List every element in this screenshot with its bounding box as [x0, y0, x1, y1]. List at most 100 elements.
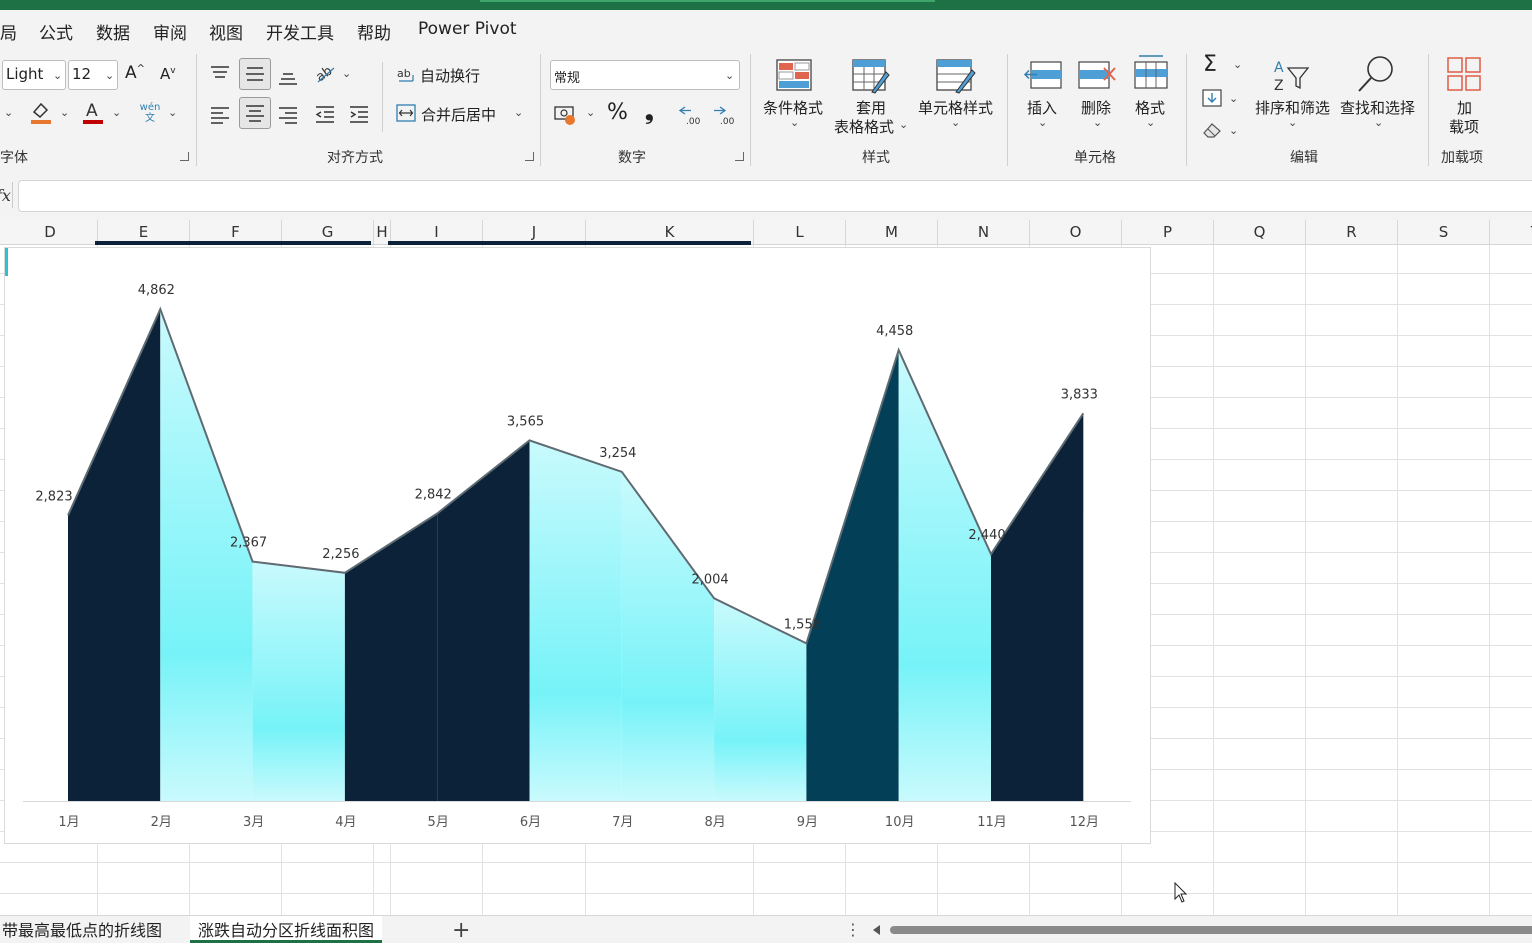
align-bottom-icon[interactable]: [276, 66, 300, 90]
number-format-select[interactable]: 常规 ⌄: [550, 60, 740, 90]
column-header-l[interactable]: L: [754, 220, 846, 244]
clear-icon[interactable]: [1202, 121, 1224, 139]
chevron-down-icon[interactable]: ⌄: [60, 106, 69, 119]
chevron-down-icon[interactable]: ⌄: [1229, 124, 1238, 137]
chevron-down-icon[interactable]: ⌄: [168, 106, 177, 119]
comma-style-button[interactable]: ❟: [645, 100, 654, 125]
cell-styles-button[interactable]: 单元格样式: [918, 97, 993, 118]
align-left-icon[interactable]: [208, 102, 232, 126]
data-label: 1,558: [784, 617, 821, 632]
column-header-s[interactable]: S: [1398, 220, 1490, 244]
chart-plot: 2,823 4,862 2,367 2,256 2,842 3,565 3,254 2,004…: [23, 283, 1131, 830]
merge-center-button[interactable]: 合并后居中: [421, 104, 496, 125]
column-header-r[interactable]: R: [1306, 220, 1398, 244]
sort-filter-button[interactable]: 排序和筛选: [1255, 97, 1330, 118]
alignment-dialog-launcher[interactable]: [525, 152, 534, 161]
chevron-down-icon[interactable]: ⌄: [1093, 116, 1102, 129]
column-header-t[interactable]: T: [1490, 220, 1532, 244]
align-right-icon[interactable]: [276, 102, 300, 126]
increase-decimal-icon[interactable]: .00: [677, 102, 703, 126]
chevron-down-icon[interactable]: ⌄: [4, 106, 13, 119]
column-header-p[interactable]: P: [1122, 220, 1214, 244]
chevron-down-icon[interactable]: ⌄: [1288, 116, 1297, 129]
x-tick-label: 12月: [1070, 815, 1100, 830]
delete-cells-icon: [1078, 61, 1116, 89]
column-header-m[interactable]: M: [846, 220, 938, 244]
orientation-icon[interactable]: ab: [314, 62, 340, 86]
insert-cells-button[interactable]: 插入: [1027, 97, 1057, 118]
increase-indent-icon[interactable]: [347, 102, 371, 126]
fx-icon[interactable]: fx: [0, 186, 11, 205]
chevron-down-icon[interactable]: ⌄: [1146, 116, 1155, 129]
chevron-down-icon[interactable]: ⌄: [586, 106, 595, 119]
menu-formulas[interactable]: 公式: [39, 19, 73, 44]
column-gridline: [1397, 245, 1398, 915]
font-dialog-launcher[interactable]: [180, 152, 189, 161]
cell-styles-icon: [936, 59, 976, 94]
scroll-left-icon[interactable]: [873, 925, 880, 935]
fill-color-icon[interactable]: [30, 100, 52, 126]
find-select-button[interactable]: 查找和选择: [1340, 97, 1415, 118]
column-header-q[interactable]: Q: [1214, 220, 1306, 244]
decrease-decimal-icon[interactable]: .00: [711, 102, 737, 126]
align-middle-icon: [246, 67, 264, 81]
chevron-down-icon[interactable]: ⌄: [342, 67, 351, 80]
group-separator: [750, 54, 751, 166]
column-header-n[interactable]: N: [938, 220, 1030, 244]
menu-help[interactable]: 帮助: [357, 19, 391, 44]
decrease-indent-icon[interactable]: [313, 102, 337, 126]
conditional-formatting-button[interactable]: 条件格式: [763, 97, 823, 118]
menu-data[interactable]: 数据: [96, 19, 130, 44]
fill-down-icon[interactable]: [1202, 89, 1224, 109]
menu-review[interactable]: 审阅: [153, 19, 187, 44]
chevron-down-icon[interactable]: ⌄: [899, 118, 908, 131]
horizontal-scrollbar[interactable]: [890, 926, 1532, 934]
add-sheet-button[interactable]: +: [452, 918, 470, 943]
increase-font-icon[interactable]: A^: [125, 63, 145, 83]
chevron-down-icon[interactable]: ⌄: [1229, 92, 1238, 105]
chevron-down-icon[interactable]: ⌄: [790, 116, 799, 129]
more-options-icon[interactable]: ⋮: [845, 920, 861, 939]
chevron-down-icon[interactable]: ⌄: [1233, 58, 1242, 71]
autosum-icon[interactable]: Σ: [1203, 52, 1217, 77]
percent-style-button[interactable]: %: [607, 100, 628, 125]
format-as-table-label-1[interactable]: 套用: [856, 97, 886, 118]
phonetic-guide-icon[interactable]: wén 文: [139, 102, 161, 124]
column-header-o[interactable]: O: [1030, 220, 1122, 244]
menu-power-pivot[interactable]: Power Pivot: [418, 19, 517, 39]
wrap-text-button[interactable]: 自动换行: [420, 65, 480, 86]
mouse-cursor-icon: [1174, 882, 1188, 903]
sheet-tab-bar: 带最高最低点的折线图 涨跌自动分区折线面积图 + ⋮: [0, 915, 1532, 943]
format-cells-button[interactable]: 格式: [1135, 97, 1165, 118]
align-middle-button[interactable]: [239, 58, 271, 90]
chevron-down-icon[interactable]: ⌄: [1374, 116, 1383, 129]
column-header-d[interactable]: D: [3, 220, 98, 244]
data-label: 4,458: [876, 324, 913, 339]
sheet-tab[interactable]: 带最高最低点的折线图: [0, 916, 170, 943]
format-as-table-button[interactable]: 表格格式: [834, 116, 894, 137]
chevron-down-icon[interactable]: ⌄: [951, 116, 960, 129]
align-center-button[interactable]: [239, 97, 271, 129]
formula-input[interactable]: [18, 180, 1532, 212]
chevron-down-icon[interactable]: ⌄: [514, 106, 523, 119]
font-size-select[interactable]: 12 ⌄: [68, 60, 118, 90]
number-dialog-launcher[interactable]: [735, 152, 744, 161]
menu-developer[interactable]: 开发工具: [266, 19, 334, 44]
chevron-down-icon[interactable]: ⌄: [1038, 116, 1047, 129]
x-tick-label: 1月: [58, 815, 79, 830]
align-top-icon[interactable]: [208, 62, 232, 86]
sheet-tab-active[interactable]: 涨跌自动分区折线面积图: [190, 916, 383, 943]
font-name-select[interactable]: Light ⌄: [2, 60, 66, 90]
x-tick-label: 11月: [977, 815, 1007, 830]
delete-cells-button[interactable]: 删除: [1081, 97, 1111, 118]
add-ins-label-1[interactable]: 加: [1457, 97, 1472, 118]
accounting-format-icon[interactable]: [554, 104, 578, 126]
area-chart[interactable]: 2,823 4,862 2,367 2,256 2,842 3,565 3,254 2,004…: [4, 247, 1151, 844]
area-segment-down: [160, 309, 253, 801]
font-color-icon[interactable]: A: [82, 100, 104, 126]
chevron-down-icon[interactable]: ⌄: [112, 106, 121, 119]
menu-view[interactable]: 视图: [209, 19, 243, 44]
decrease-font-icon[interactable]: Av: [160, 65, 176, 83]
add-ins-button[interactable]: 载项: [1449, 116, 1479, 137]
menu-page-layout[interactable]: 局: [0, 19, 17, 44]
